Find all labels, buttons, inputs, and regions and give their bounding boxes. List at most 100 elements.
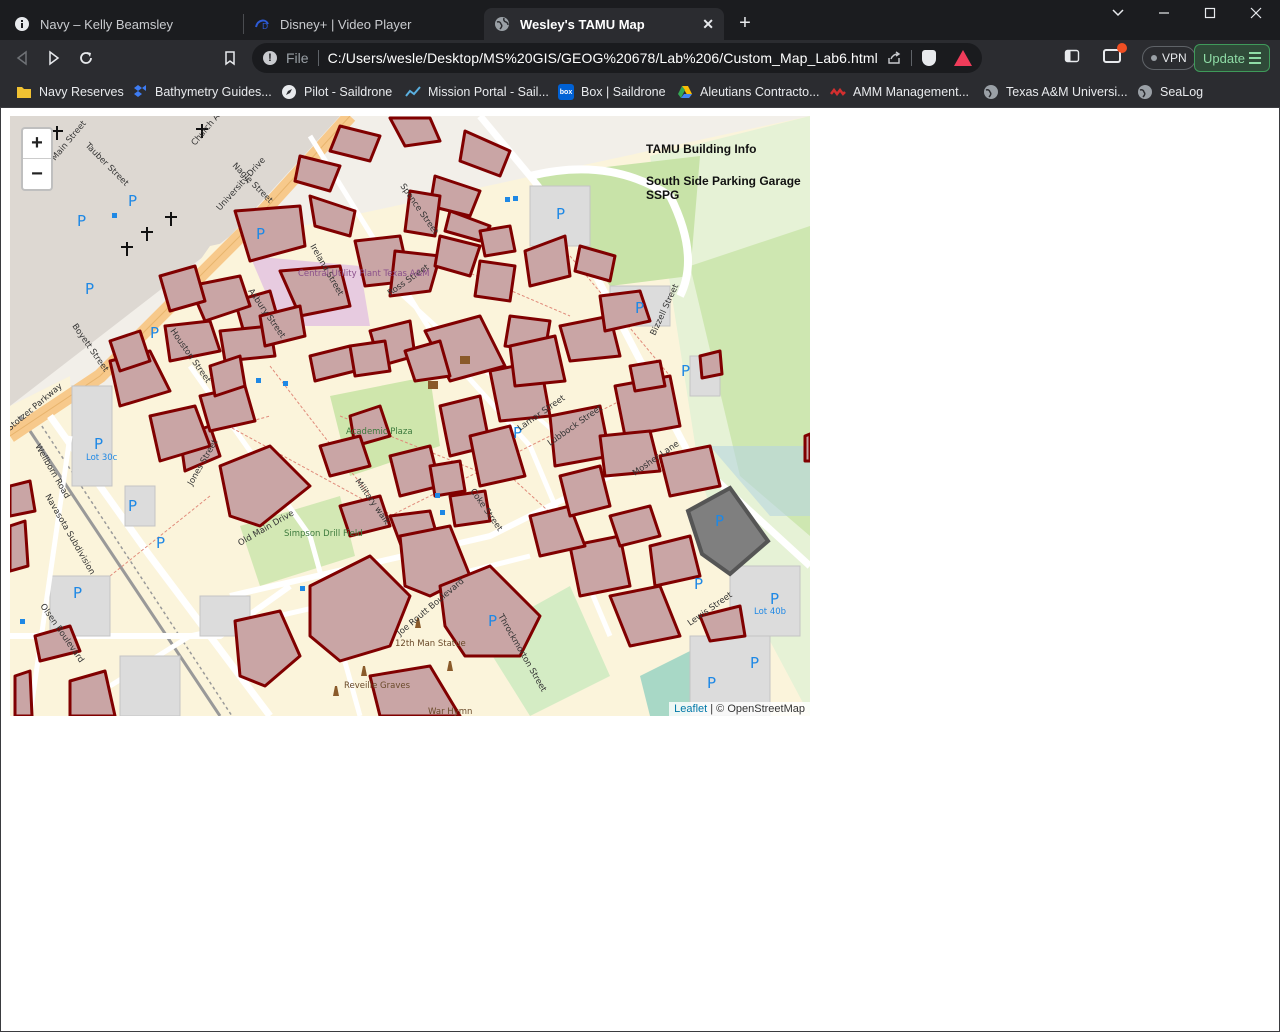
attribution-text: | © OpenStreetMap	[710, 703, 805, 715]
map-attribution: Leaflet | © OpenStreetMap	[669, 702, 810, 716]
building-footprint[interactable]	[648, 534, 702, 588]
place-label: Simpson Drill Field	[284, 529, 363, 539]
bookmark-icon[interactable]	[220, 48, 240, 68]
bookmark-navy-reserves[interactable]: Navy Reserves	[16, 82, 124, 102]
building-footprint[interactable]	[803, 432, 810, 463]
maximize-button[interactable]	[1200, 6, 1220, 23]
building-footprint[interactable]	[10, 519, 30, 573]
notification-badge	[1117, 43, 1127, 53]
brave-rewards-icon[interactable]	[954, 50, 972, 66]
building-footprint[interactable]	[13, 669, 34, 716]
bookmark-label: Mission Portal - Sail...	[428, 85, 549, 99]
brave-shields-icon[interactable]	[922, 50, 936, 66]
parking-marker: P	[156, 534, 165, 552]
bookmark-bathymetry[interactable]: Bathymetry Guides...	[132, 82, 272, 102]
tab-disney[interactable]: D Disney+ | Video Player	[244, 8, 480, 40]
disney-plus-icon: D	[254, 16, 270, 32]
leaflet-map[interactable]: PPPPPPPPPPPPPPPPPPP Tauber Street Nagle …	[10, 116, 810, 716]
globe-icon	[1137, 84, 1153, 100]
building-footprint[interactable]	[628, 359, 667, 393]
parking-marker: P	[635, 299, 644, 317]
address-divider	[911, 50, 912, 66]
place-label: Lot 40b	[754, 607, 786, 617]
globe-icon	[494, 16, 510, 32]
url-separator	[317, 50, 319, 66]
close-icon[interactable]: ✕	[702, 16, 714, 33]
dropbox-icon	[132, 84, 148, 100]
forward-button[interactable]	[44, 48, 64, 68]
tab-title: Disney+ | Video Player	[280, 16, 412, 32]
bookmark-mission-portal[interactable]: Mission Portal - Sail...	[405, 82, 549, 102]
basemap-tiles: PPPPPPPPPPPPPPPPPPP Tauber Street Nagle …	[10, 116, 810, 716]
leaflet-link[interactable]: Leaflet	[674, 703, 707, 715]
navigation-toolbar: ! File C:/Users/wesle/Desktop/MS%20GIS/G…	[0, 40, 1280, 76]
bookmark-label: Aleutians Contracto...	[700, 85, 820, 99]
parking-marker: P	[128, 192, 137, 210]
parking-marker: P	[681, 362, 690, 380]
tab-title: Wesley's TAMU Map	[520, 16, 645, 32]
address-bar[interactable]: ! File C:/Users/wesle/Desktop/MS%20GIS/G…	[252, 43, 982, 73]
box-icon: box	[558, 84, 574, 100]
compass-icon	[281, 84, 297, 100]
bookmark-label: SeaLog	[1160, 85, 1204, 99]
bookmark-pilot-saildrone[interactable]: Pilot - Saildrone	[281, 82, 392, 102]
tab-title: Navy – Kelly Beamsley	[40, 16, 173, 32]
bookmark-label: AMM Management...	[853, 85, 970, 99]
tab-strip: Navy – Kelly Beamsley D Disney+ | Video …	[0, 0, 1280, 40]
info-icon	[14, 16, 30, 32]
building-code: SSPG	[646, 188, 680, 202]
parking-marker: P	[715, 512, 724, 530]
zoom-in-button[interactable]: +	[23, 129, 51, 159]
url-text[interactable]: C:/Users/wesle/Desktop/MS%20GIS/GEOG%206…	[328, 50, 878, 66]
wallet-icon[interactable]	[1103, 43, 1127, 63]
new-tab-button[interactable]: +	[735, 12, 755, 35]
building-footprint[interactable]	[10, 479, 37, 518]
building-footprint[interactable]	[698, 349, 724, 380]
tab-search-icon[interactable]	[1108, 5, 1128, 22]
building-footprint[interactable]	[348, 339, 392, 378]
parking-marker: P	[694, 575, 703, 593]
bookmark-texas-am[interactable]: Texas A&M Universi...	[983, 82, 1128, 102]
reload-button[interactable]	[76, 48, 96, 68]
building-footprint[interactable]	[558, 464, 612, 518]
tab-tamu-map[interactable]: Wesley's TAMU Map ✕	[484, 8, 724, 40]
place-label: Central Utility Plant Texas A&M	[298, 269, 429, 279]
bookmarks-bar: Navy Reserves Bathymetry Guides... Pilot…	[0, 76, 1280, 108]
building-footprint[interactable]	[598, 429, 662, 478]
building-footprint[interactable]	[478, 224, 517, 258]
place-label: War Hymn	[428, 707, 472, 716]
chart-line-icon	[405, 84, 421, 100]
bookmark-aleutians[interactable]: Aleutians Contracto...	[677, 82, 820, 102]
update-button[interactable]: Update	[1194, 44, 1270, 72]
vpn-label: VPN	[1162, 51, 1187, 65]
bookmark-amm[interactable]: AMM Management...	[830, 82, 969, 102]
site-info-icon[interactable]: !	[263, 51, 277, 65]
building-footprint[interactable]	[508, 334, 567, 388]
bookmark-box-saildrone[interactable]: box Box | Saildrone	[558, 82, 666, 102]
folder-icon	[16, 84, 32, 100]
sidebar-toggle-icon[interactable]	[1064, 48, 1080, 68]
menu-icon[interactable]	[1249, 52, 1261, 64]
vpn-button[interactable]: VPN	[1142, 46, 1196, 70]
parking-marker: P	[750, 654, 759, 672]
share-icon[interactable]	[886, 50, 902, 69]
vpn-status-dot	[1151, 55, 1157, 61]
building-footprint[interactable]	[428, 459, 467, 498]
tab-navy[interactable]: Navy – Kelly Beamsley	[4, 8, 240, 40]
window-close-button[interactable]	[1246, 6, 1266, 23]
back-button[interactable]	[12, 48, 32, 68]
amm-icon	[830, 84, 846, 100]
bookmark-label: Box | Saildrone	[581, 85, 666, 99]
parking-marker: P	[707, 674, 716, 692]
globe-icon	[983, 84, 999, 100]
google-drive-icon	[677, 84, 693, 100]
parking-marker: P	[73, 584, 82, 602]
page-content: PPPPPPPPPPPPPPPPPPP Tauber Street Nagle …	[0, 108, 1280, 1032]
building-footprint[interactable]	[158, 264, 207, 313]
svg-text:D: D	[262, 22, 268, 31]
bookmark-label: Navy Reserves	[39, 85, 124, 99]
bookmark-sealog[interactable]: SeaLog	[1137, 82, 1203, 102]
minimize-button[interactable]	[1154, 6, 1174, 23]
building-footprint[interactable]	[473, 259, 517, 303]
zoom-out-button[interactable]: −	[23, 159, 51, 189]
